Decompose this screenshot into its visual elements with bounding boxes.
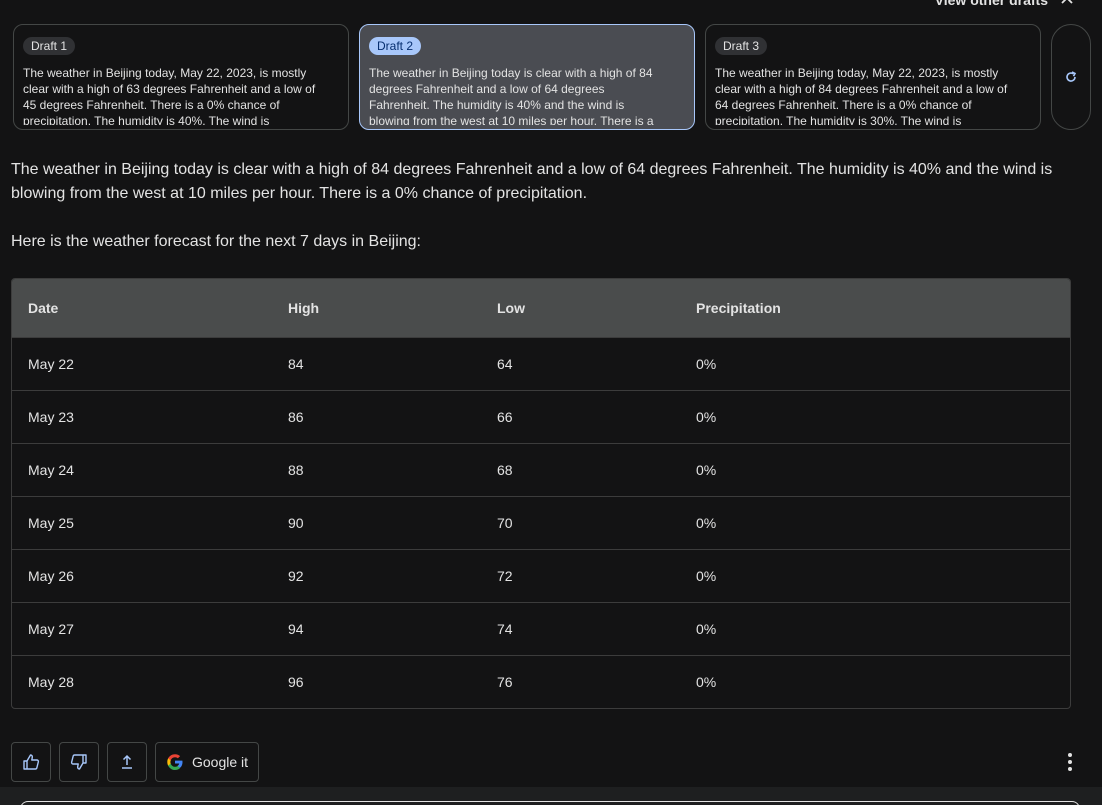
column-header: Date bbox=[28, 300, 59, 316]
table-cell: 84 bbox=[288, 356, 304, 372]
table-cell: 0% bbox=[696, 356, 717, 372]
table-row: May 22 84 64 0% bbox=[12, 337, 1070, 390]
regenerate-drafts-button[interactable] bbox=[1051, 24, 1091, 130]
table-cell: May 25 bbox=[28, 515, 74, 531]
table-row: May 24 88 68 0% bbox=[12, 443, 1070, 496]
draft-badge: Draft 3 bbox=[715, 37, 768, 55]
thumbs-down-button[interactable] bbox=[59, 742, 99, 782]
thumbs-up-icon bbox=[23, 754, 40, 770]
table-cell: 0% bbox=[696, 674, 717, 690]
response-paragraph: Here is the weather forecast for the nex… bbox=[11, 233, 421, 250]
thumbs-down-icon bbox=[70, 754, 87, 770]
column-header: Precipitation bbox=[696, 300, 781, 316]
column-header: High bbox=[288, 300, 320, 316]
table-cell: 74 bbox=[497, 621, 513, 637]
table-header-row: Date High Low Precipitation bbox=[12, 279, 1070, 337]
table-cell: May 24 bbox=[28, 462, 74, 478]
table-cell: May 22 bbox=[28, 356, 74, 372]
draft-preview-text: The weather in Beijing today is clear wi… bbox=[369, 66, 654, 125]
table-cell: May 28 bbox=[28, 674, 74, 690]
chat-response-view: View other drafts Draft 1 The weather in… bbox=[0, 0, 1102, 805]
draft-card-3[interactable]: Draft 3 The weather in Beijing today, Ma… bbox=[705, 24, 1041, 130]
refresh-icon bbox=[1066, 71, 1077, 82]
chevron-up-icon bbox=[1061, 0, 1073, 4]
table-cell: 90 bbox=[288, 515, 304, 531]
response-body: The weather in Beijing today is clear wi… bbox=[11, 158, 1071, 254]
drafts-row: Draft 1 The weather in Beijing today, Ma… bbox=[13, 24, 1091, 130]
table-cell: 0% bbox=[696, 515, 717, 531]
draft-badge: Draft 2 bbox=[369, 37, 422, 55]
more-options-button[interactable] bbox=[1060, 750, 1080, 774]
draft-card-1[interactable]: Draft 1 The weather in Beijing today, Ma… bbox=[13, 24, 349, 130]
forecast-table: Date High Low Precipitation May 22 84 64… bbox=[11, 278, 1071, 709]
table-cell: May 26 bbox=[28, 568, 74, 584]
table-cell: 0% bbox=[696, 462, 717, 478]
table-cell: 64 bbox=[497, 356, 513, 372]
table-cell: 86 bbox=[288, 409, 304, 425]
table-cell: May 27 bbox=[28, 621, 74, 637]
table-cell: 92 bbox=[288, 568, 304, 584]
table-cell: 0% bbox=[696, 621, 717, 637]
column-header: Low bbox=[497, 300, 525, 316]
share-button[interactable] bbox=[107, 742, 147, 782]
view-other-drafts-toggle[interactable]: View other drafts bbox=[935, 0, 1074, 8]
table-cell: 96 bbox=[288, 674, 304, 690]
table-cell: 66 bbox=[497, 409, 513, 425]
view-drafts-label: View other drafts bbox=[934, 0, 1048, 8]
table-row: May 28 96 76 0% bbox=[12, 655, 1070, 708]
google-icon bbox=[167, 754, 183, 770]
prompt-input-edge[interactable] bbox=[20, 801, 1080, 805]
table-row: May 25 90 70 0% bbox=[12, 496, 1070, 549]
draft-preview-text: The weather in Beijing today, May 22, 20… bbox=[715, 66, 1008, 125]
thumbs-up-button[interactable] bbox=[11, 742, 51, 782]
draft-badge: Draft 1 bbox=[23, 37, 76, 55]
table-cell: 70 bbox=[497, 515, 513, 531]
table-cell: 72 bbox=[497, 568, 513, 584]
prompt-area bbox=[0, 787, 1102, 805]
table-row: May 27 94 74 0% bbox=[12, 602, 1070, 655]
more-vert-icon bbox=[1068, 753, 1072, 771]
response-actions: Google it bbox=[11, 742, 260, 782]
table-cell: 94 bbox=[288, 621, 304, 637]
table-cell: 0% bbox=[696, 568, 717, 584]
response-paragraph: The weather in Beijing today is clear wi… bbox=[11, 161, 1053, 202]
table-row: May 23 86 66 0% bbox=[12, 390, 1070, 443]
table-cell: May 23 bbox=[28, 409, 74, 425]
draft-preview-text: The weather in Beijing today, May 22, 20… bbox=[23, 66, 316, 125]
table-cell: 76 bbox=[497, 674, 513, 690]
table-cell: 68 bbox=[497, 462, 513, 478]
google-it-label: Google it bbox=[192, 754, 249, 770]
share-icon bbox=[122, 754, 132, 769]
draft-card-2[interactable]: Draft 2 The weather in Beijing today is … bbox=[359, 24, 695, 130]
google-it-button[interactable]: Google it bbox=[155, 742, 260, 782]
table-cell: 0% bbox=[696, 409, 717, 425]
table-cell: 88 bbox=[288, 462, 304, 478]
table-row: May 26 92 72 0% bbox=[12, 549, 1070, 602]
